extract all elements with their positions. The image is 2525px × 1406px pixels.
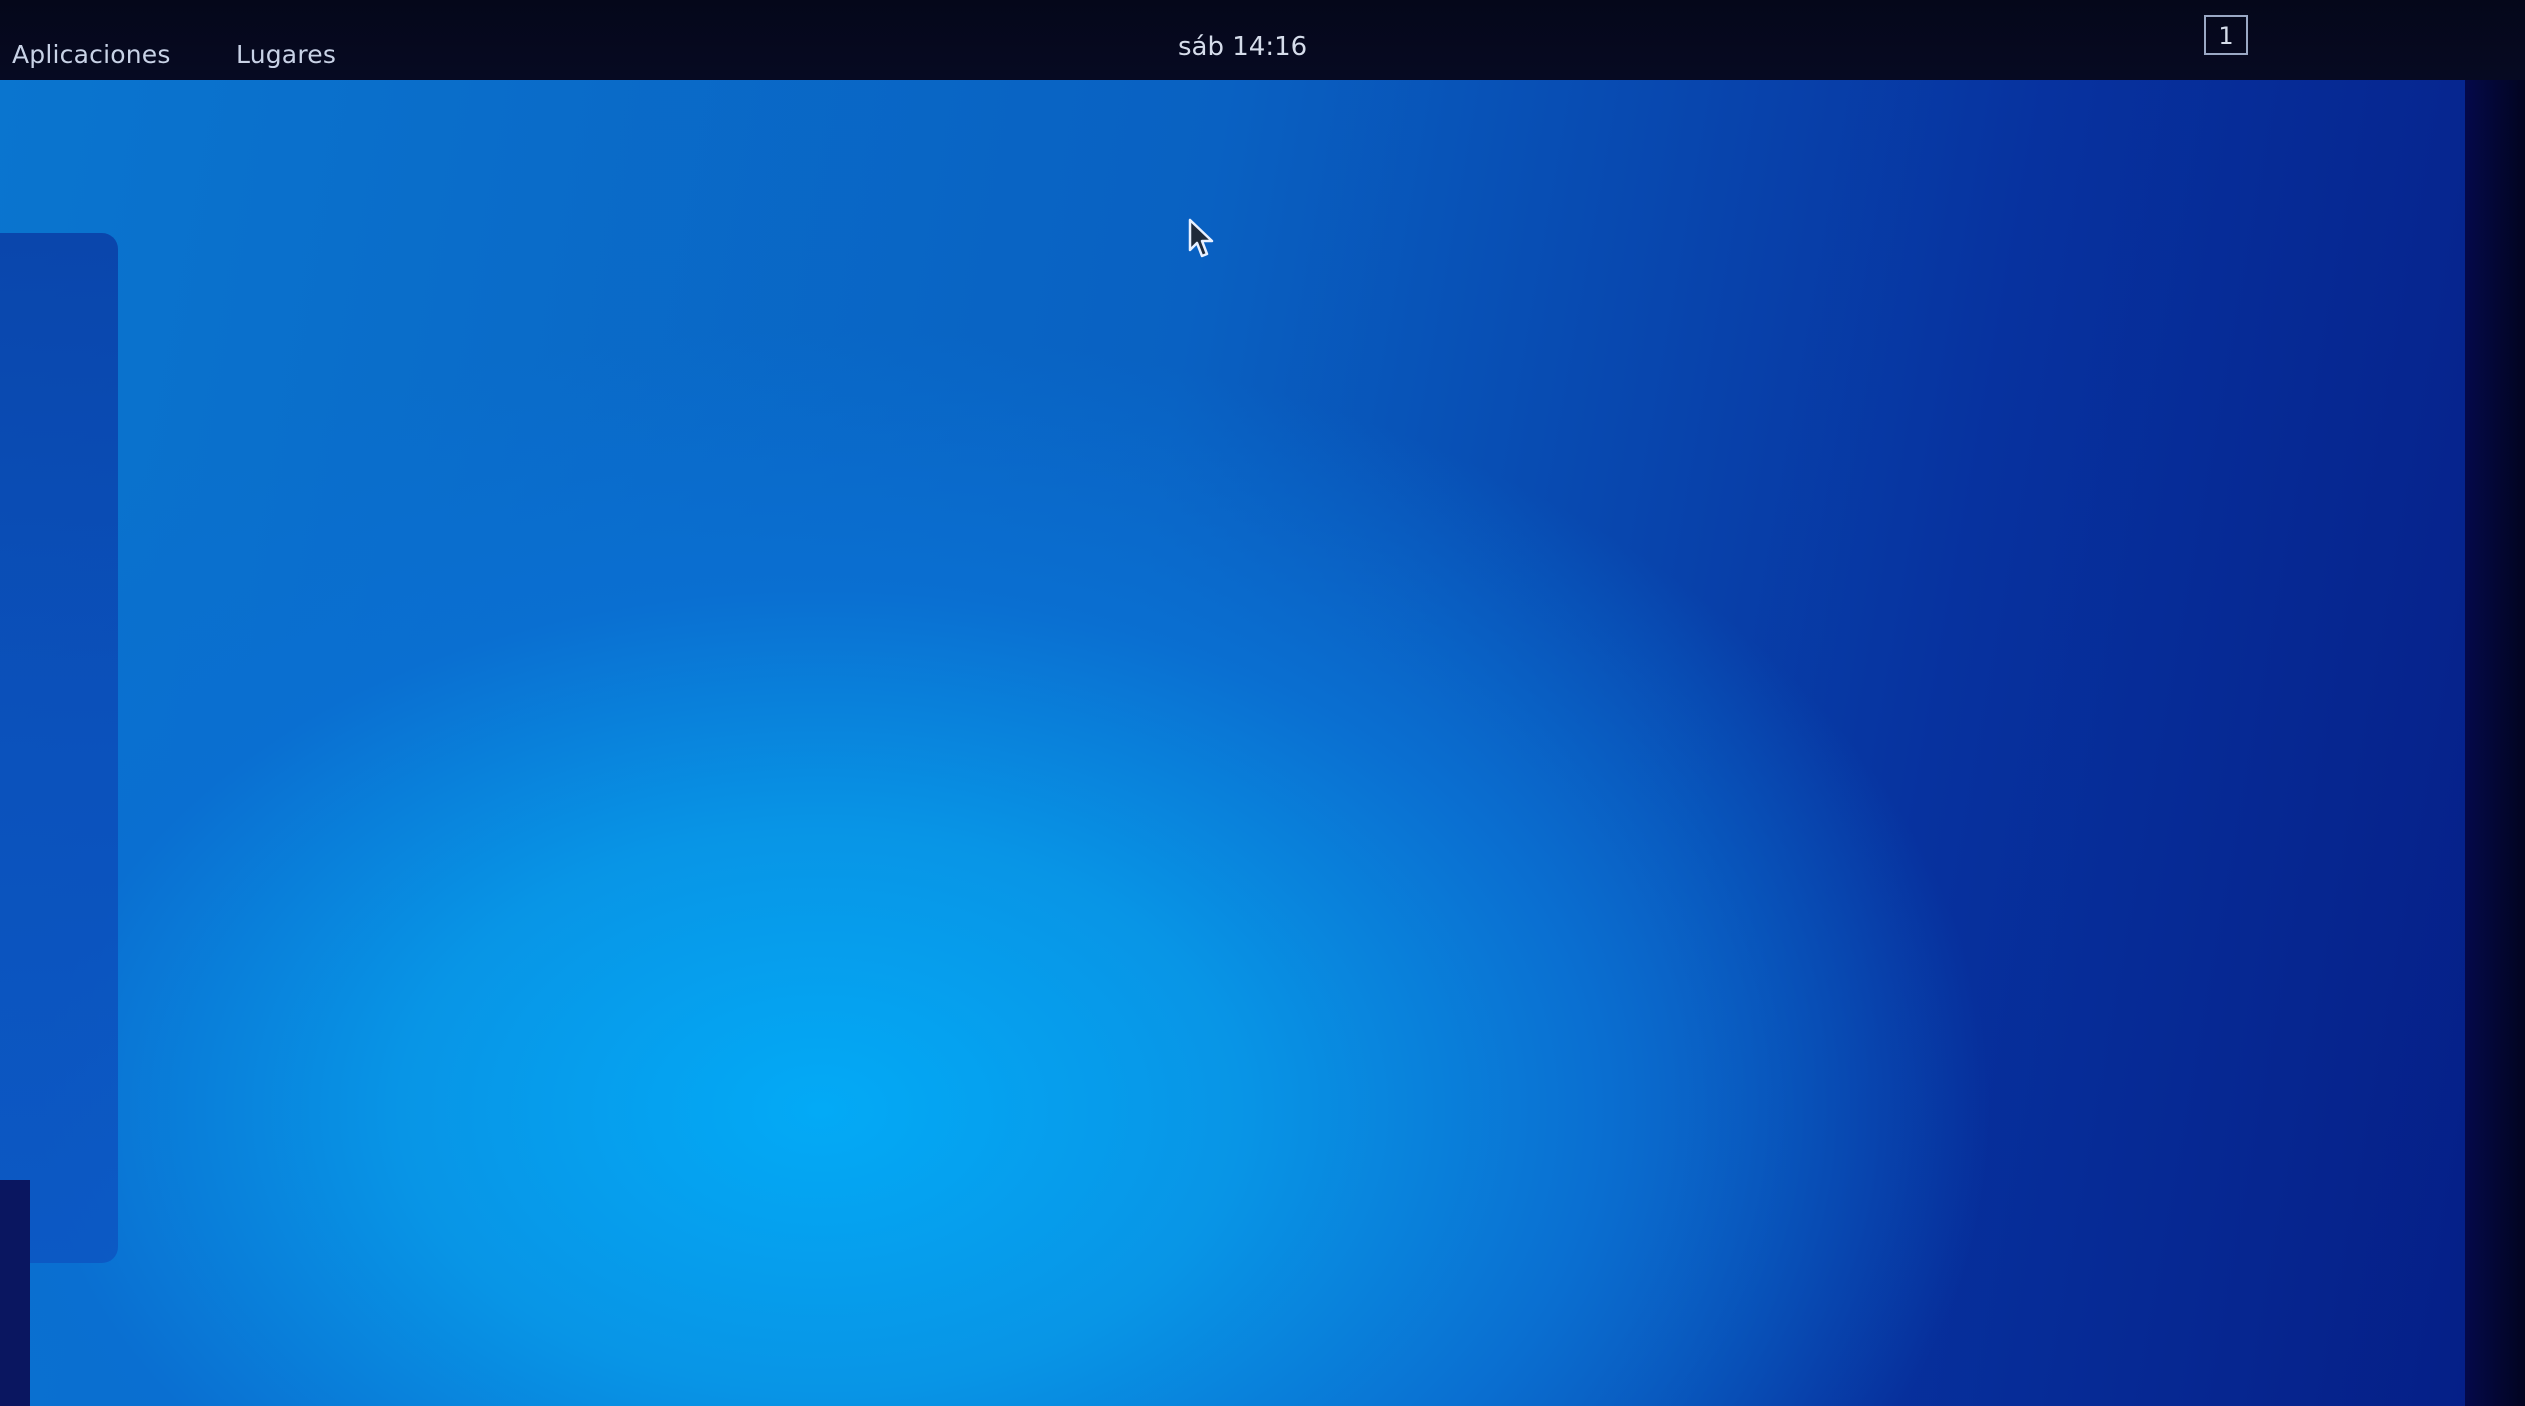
screen: Aplicaciones Lugares sáb 14:16 1 [0,0,2525,1406]
top-panel: Aplicaciones Lugares sáb 14:16 1 [0,0,2525,80]
places-menu[interactable]: Lugares [236,40,336,69]
mouse-pointer-icon [1188,218,1214,258]
clock[interactable]: sáb 14:16 [1178,32,1307,62]
screen-bezel-left [0,1180,30,1406]
side-dash-panel[interactable] [0,233,118,1263]
workspace-indicator[interactable]: 1 [2204,15,2248,55]
desktop-background[interactable] [0,70,2500,1406]
applications-menu[interactable]: Aplicaciones [12,40,171,69]
screen-bezel-right [2465,60,2525,1406]
